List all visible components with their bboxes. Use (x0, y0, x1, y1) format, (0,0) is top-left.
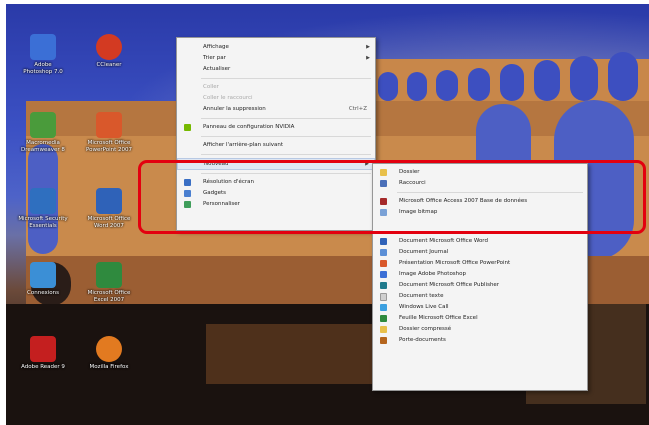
text-doc-icon (380, 293, 387, 301)
new-item-publisher-document[interactable]: Document Microsoft Office Publisher (373, 280, 587, 291)
menu-item-sort-by[interactable]: Trier par ▶ (177, 53, 375, 64)
new-item-photoshop-image[interactable]: Image Adobe Photoshop (373, 269, 587, 280)
desktop-icon-adobe-reader[interactable]: Adobe Reader 9 (12, 336, 74, 371)
new-item-powerpoint-presentation[interactable]: Présentation Microsoft Office PowerPoint (373, 258, 587, 269)
zip-folder-icon (380, 326, 387, 333)
new-item-word-document[interactable]: Document Microsoft Office Word (373, 236, 587, 247)
desktop-icon-excel[interactable]: Microsoft Office Excel 2007 (78, 262, 140, 304)
firefox-icon (96, 336, 122, 362)
highlight-annotation-box (138, 160, 646, 234)
new-item-journal-document[interactable]: Document Journal (373, 247, 587, 258)
ppt-doc-icon (380, 260, 387, 267)
desktop-icon-ccleaner[interactable]: CCleaner (78, 34, 140, 69)
excel-icon (96, 262, 122, 288)
psd-doc-icon (380, 271, 387, 278)
desktop-icon-connections[interactable]: Connexions (12, 262, 74, 297)
menu-item-undo-delete[interactable]: Annuler la suppression Ctrl+Z (177, 104, 375, 115)
submenu-arrow-icon: ▶ (366, 44, 370, 50)
desktop-icon-firefox[interactable]: Mozilla Firefox (78, 336, 140, 371)
network-icon (30, 262, 56, 288)
nvidia-icon (184, 124, 191, 131)
menu-item-view[interactable]: Affichage ▶ (177, 42, 375, 53)
menu-separator (201, 78, 371, 79)
word-doc-icon (380, 238, 387, 245)
new-item-briefcase[interactable]: Porte-documents (373, 335, 587, 346)
menu-separator (201, 118, 371, 119)
security-essentials-icon (30, 188, 56, 214)
desktop-icon-powerpoint[interactable]: Microsoft Office PowerPoint 2007 (78, 112, 140, 154)
dreamweaver-icon (30, 112, 56, 138)
menu-item-refresh[interactable]: Actualiser (177, 64, 375, 75)
desktop-screen: Adobe Photoshop 7.0 CCleaner Macromedia … (0, 0, 649, 425)
desktop-icon-dreamweaver[interactable]: Macromedia Dreamweaver 8 (12, 112, 74, 154)
excel-doc-icon (380, 315, 387, 322)
submenu-arrow-icon: ▶ (366, 55, 370, 61)
desktop-icon-word[interactable]: Microsoft Office Word 2007 (78, 188, 140, 230)
briefcase-icon (380, 337, 387, 344)
photoshop-icon (30, 34, 56, 60)
menu-item-paste[interactable]: Coller (177, 82, 375, 93)
menu-item-paste-shortcut[interactable]: Coller le raccourci (177, 93, 375, 104)
new-item-text-document[interactable]: Document texte (373, 291, 587, 302)
menu-separator (201, 136, 371, 137)
new-item-compressed-folder[interactable]: Dossier compressé (373, 324, 587, 335)
journal-icon (380, 249, 387, 256)
word-icon (96, 188, 122, 214)
powerpoint-icon (96, 112, 122, 138)
desktop-icon-photoshop[interactable]: Adobe Photoshop 7.0 (12, 34, 74, 76)
new-item-excel-sheet[interactable]: Feuille Microsoft Office Excel (373, 313, 587, 324)
new-item-live-call[interactable]: Windows Live Call (373, 302, 587, 313)
live-call-icon (380, 304, 387, 311)
menu-item-nvidia-panel[interactable]: Panneau de configuration NVIDIA (177, 122, 375, 133)
publisher-doc-icon (380, 282, 387, 289)
menu-separator (201, 154, 371, 155)
adobe-reader-icon (30, 336, 56, 362)
ccleaner-icon (96, 34, 122, 60)
desktop-icon-security-essentials[interactable]: Microsoft Security Essentials (12, 188, 74, 230)
menu-item-next-background[interactable]: Afficher l'arrière-plan suivant (177, 140, 375, 151)
